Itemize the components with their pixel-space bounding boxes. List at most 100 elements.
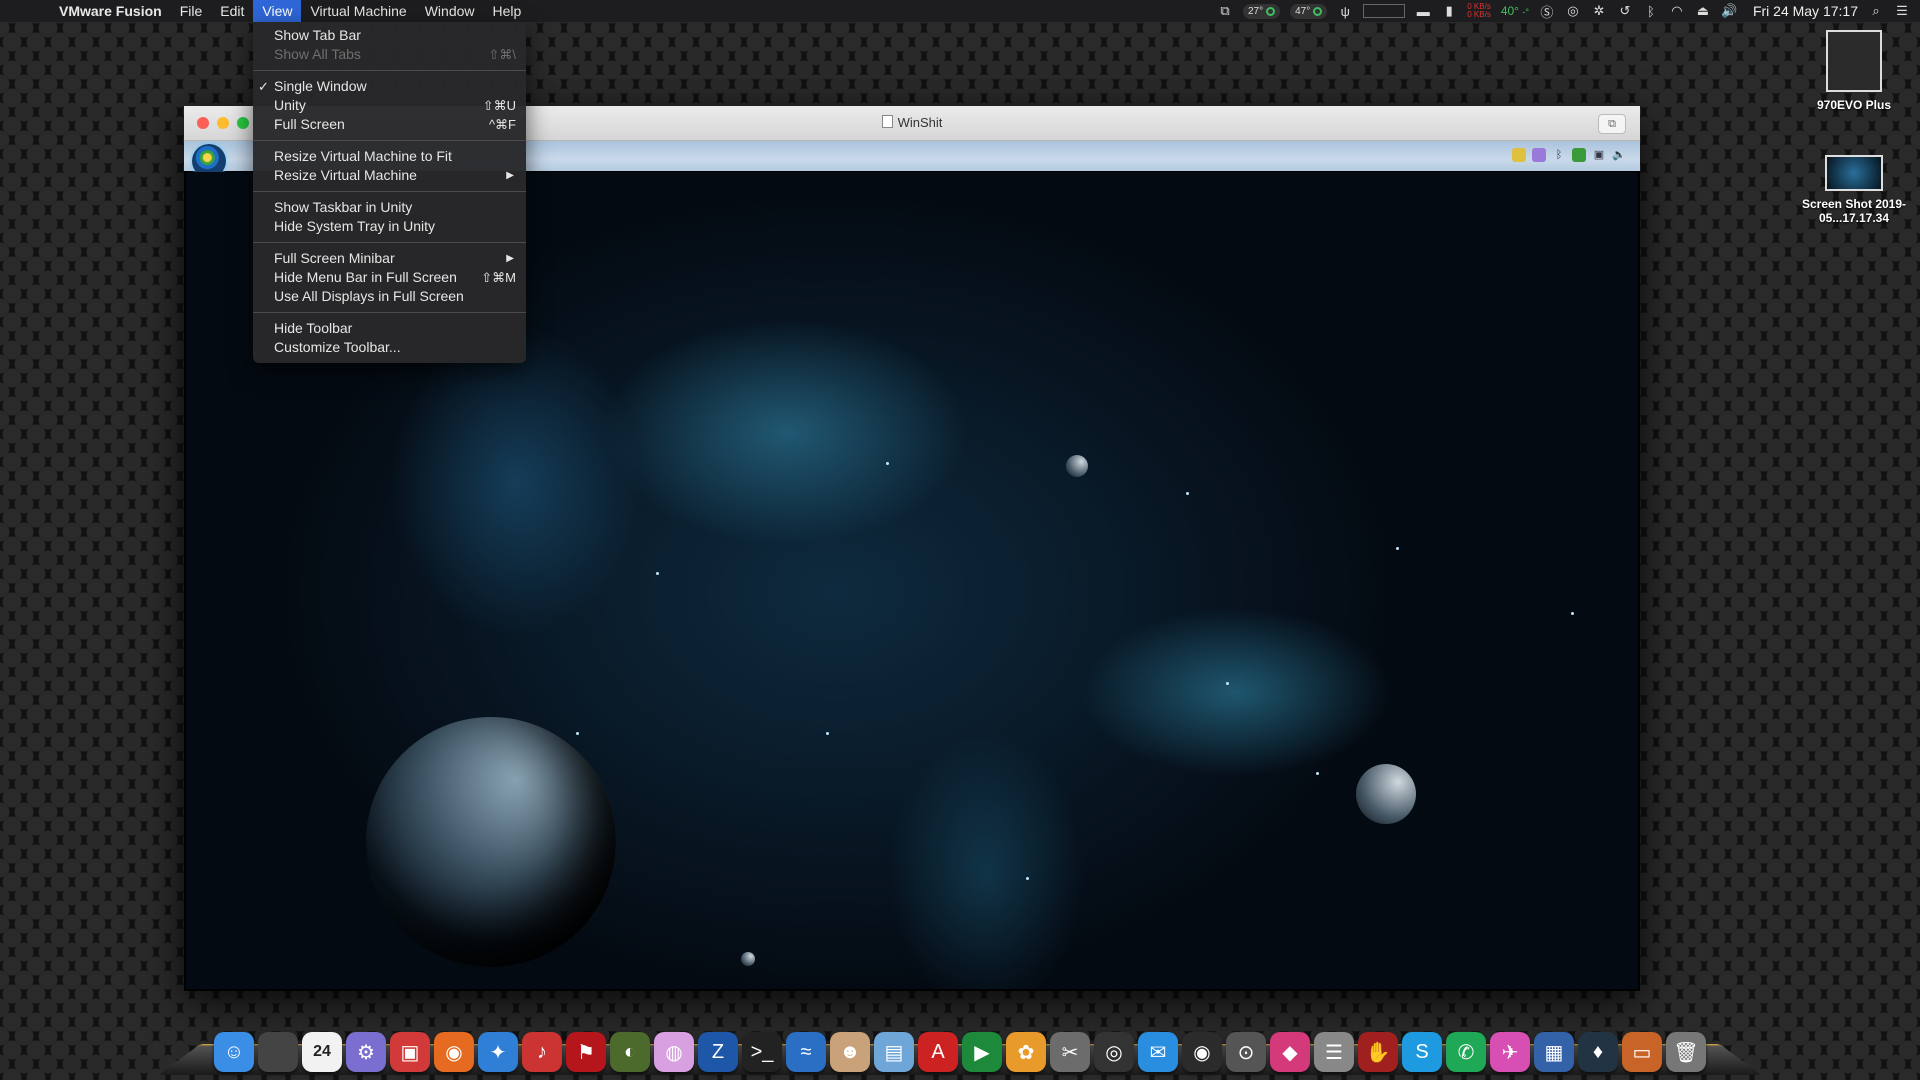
wifi-icon[interactable]: ◠ <box>1669 3 1685 19</box>
tray-security-icon[interactable] <box>1572 148 1586 162</box>
menu-item-single-window[interactable]: ✓ Single Window <box>253 77 526 96</box>
menu-window[interactable]: Window <box>416 0 484 22</box>
tray-volume-icon[interactable]: 🔈 <box>1612 148 1626 162</box>
desktop-icon-label: Screen Shot 2019-05...17.17.34 <box>1794 197 1914 225</box>
menu-separator <box>253 70 526 71</box>
bluetooth-icon[interactable]: ᛒ <box>1643 4 1659 19</box>
trash-icon[interactable]: 🗑 <box>1666 1032 1706 1072</box>
menu-item-label: Hide Toolbar <box>274 320 352 336</box>
skype-icon[interactable]: S <box>1402 1032 1442 1072</box>
fan-icon[interactable]: ✲ <box>1591 3 1607 19</box>
menu-item-customize-toolbar[interactable]: Customize Toolbar... <box>253 338 526 357</box>
preview-icon[interactable]: ▤ <box>874 1032 914 1072</box>
menu-item-show-tab-bar[interactable]: Show Tab Bar <box>253 26 526 45</box>
airdrop-icon[interactable]: ◎ <box>1565 3 1581 19</box>
eject-icon[interactable]: ⏏ <box>1695 3 1711 19</box>
terminal-icon[interactable]: >_ <box>742 1032 782 1072</box>
star <box>886 462 889 465</box>
menu-item-full-screen[interactable]: Full Screen ^⌘F <box>253 115 526 134</box>
tray-mail-icon[interactable] <box>1532 148 1546 162</box>
music-icon[interactable]: ♪ <box>522 1032 562 1072</box>
vmware-icon[interactable]: ≈ <box>786 1032 826 1072</box>
restore-icon[interactable]: ⧉ <box>1598 114 1626 134</box>
menu-item-label: Resize Virtual Machine <box>274 167 417 183</box>
gpu-temp-value: 47° <box>1295 6 1310 17</box>
video-editor-icon[interactable]: ✂ <box>1050 1032 1090 1072</box>
app-store-icon[interactable]: ▣ <box>390 1032 430 1072</box>
net-down-value: 0 KB/s <box>1467 10 1491 19</box>
apple-icon[interactable] <box>258 1032 298 1072</box>
menu-edit[interactable]: Edit <box>211 0 253 22</box>
system-preferences-icon[interactable]: ⚙ <box>346 1032 386 1072</box>
acrobat-icon[interactable]: ⚑ <box>566 1032 606 1072</box>
search-icon[interactable]: ⌕ <box>1868 3 1884 19</box>
menu-item-shortcut: ⇧⌘M <box>481 268 516 287</box>
screenshot-thumbnail-icon <box>1825 155 1883 191</box>
menu-item-show-taskbar-unity[interactable]: Show Taskbar in Unity <box>253 198 526 217</box>
photo-icon[interactable]: ◐ <box>610 1032 650 1072</box>
finder-icon[interactable]: ☺ <box>214 1032 254 1072</box>
graph-icon[interactable] <box>1363 4 1405 18</box>
menu-item-full-screen-minibar[interactable]: Full Screen Minibar ▶ <box>253 249 526 268</box>
flame-icon[interactable]: ♦ <box>1578 1032 1618 1072</box>
desktop-icon-drive[interactable]: 970EVO Plus <box>1794 30 1914 112</box>
star <box>656 572 659 575</box>
folder-icon[interactable]: ▭ <box>1622 1032 1662 1072</box>
color-picker-icon[interactable]: ◍ <box>654 1032 694 1072</box>
cpu-ring-icon <box>1266 7 1275 16</box>
moon-image <box>741 952 755 966</box>
gem-icon[interactable]: ◆ <box>1270 1032 1310 1072</box>
filezilla-icon[interactable]: Z <box>698 1032 738 1072</box>
star <box>826 732 829 735</box>
tray-bluetooth-icon[interactable]: ᛒ <box>1552 148 1566 162</box>
gpu-temp-indicator[interactable]: 47° <box>1290 4 1327 19</box>
app-menu[interactable]: VMware Fusion <box>50 0 171 22</box>
notification-center-icon[interactable]: ☰ <box>1894 3 1910 19</box>
menu-item-use-all-displays[interactable]: Use All Displays in Full Screen <box>253 287 526 306</box>
whatsapp-icon[interactable]: ✆ <box>1446 1032 1486 1072</box>
firefox-icon[interactable]: ◉ <box>434 1032 474 1072</box>
testflight-icon[interactable]: ✈ <box>1490 1032 1530 1072</box>
menu-help[interactable]: Help <box>484 0 531 22</box>
usb-icon[interactable]: ψ <box>1337 4 1353 19</box>
menu-view[interactable]: View <box>253 0 301 22</box>
screen-icon[interactable]: ⧉ <box>1217 3 1233 19</box>
speaker-icon[interactable]: ◎ <box>1094 1032 1134 1072</box>
gpu-ring-icon <box>1313 7 1322 16</box>
menu-item-hide-toolbar[interactable]: Hide Toolbar <box>253 319 526 338</box>
menu-virtual-machine[interactable]: Virtual Machine <box>301 0 415 22</box>
contacts-icon[interactable]: ☻ <box>830 1032 870 1072</box>
menu-item-hide-system-tray-unity[interactable]: Hide System Tray in Unity <box>253 217 526 236</box>
camera-icon[interactable]: ◉ <box>1182 1032 1222 1072</box>
clock[interactable]: Fri 24 May 17:17 <box>1753 3 1858 19</box>
virtualbox-icon[interactable]: ▦ <box>1534 1032 1574 1072</box>
cpu-temp-indicator[interactable]: 27° <box>1243 4 1280 19</box>
adobe-icon[interactable]: A <box>918 1032 958 1072</box>
skype-status-icon[interactable]: Ⓢ <box>1539 2 1555 21</box>
time-machine-icon[interactable]: ↺ <box>1617 3 1633 19</box>
sensor-unit: -° <box>1522 7 1529 17</box>
disk-utility-icon[interactable]: ⊙ <box>1226 1032 1266 1072</box>
menu-item-resize-vm[interactable]: Resize Virtual Machine ▶ <box>253 166 526 185</box>
calendar-icon[interactable]: 24 <box>302 1032 342 1072</box>
menu-file[interactable]: File <box>171 0 212 22</box>
messages-icon[interactable]: ✉ <box>1138 1032 1178 1072</box>
sensor-temp[interactable]: 40° -° <box>1501 4 1529 18</box>
safari-icon[interactable]: ✦ <box>478 1032 518 1072</box>
dock: ☺ 24 ⚙ ▣ ◉ ✦ ♪ ⚑ ◐ ◍ Z >_ ≈ ☻ ▤ A ▶ ✿ ✂ ◎ ✉ ◉ ⊙ ◆ ☰ ✋ S ✆ ✈ ▦ ♦ ▭ 🗑 <box>200 1032 1720 1074</box>
media-player-icon[interactable]: ▶ <box>962 1032 1002 1072</box>
database-icon[interactable]: ☰ <box>1314 1032 1354 1072</box>
tray-app-icon[interactable] <box>1512 148 1526 162</box>
photos-icon[interactable]: ✿ <box>1006 1032 1046 1072</box>
tray-network-icon[interactable]: ▣ <box>1592 148 1606 162</box>
network-speed[interactable]: 0 KB/s 0 KB/s <box>1467 3 1491 19</box>
display-icon[interactable]: ▬ <box>1415 4 1431 19</box>
menu-item-hide-menu-bar-full-screen[interactable]: Hide Menu Bar in Full Screen ⇧⌘M <box>253 268 526 287</box>
battery-icon[interactable]: ▮ <box>1441 3 1457 19</box>
menu-item-unity[interactable]: Unity ⇧⌘U <box>253 96 526 115</box>
menu-item-label: Single Window <box>274 78 367 94</box>
hand-icon[interactable]: ✋ <box>1358 1032 1398 1072</box>
menu-item-resize-to-fit[interactable]: Resize Virtual Machine to Fit <box>253 147 526 166</box>
volume-icon[interactable]: 🔊 <box>1721 3 1737 19</box>
desktop-icon-screenshot[interactable]: Screen Shot 2019-05...17.17.34 <box>1794 155 1914 225</box>
